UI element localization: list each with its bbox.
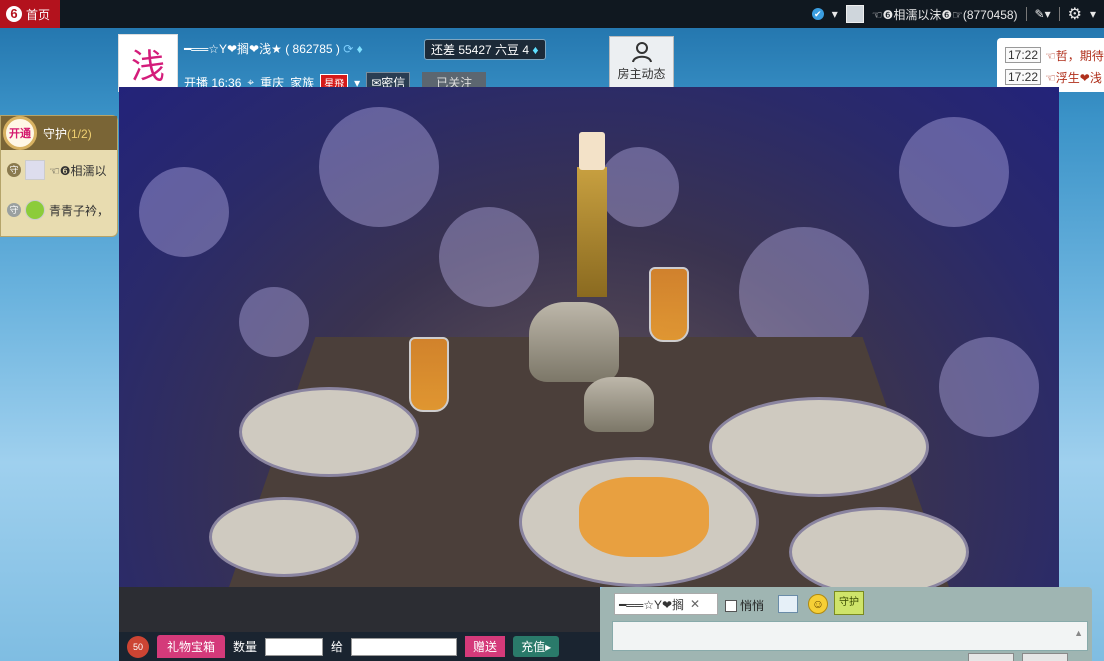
quantity-label: 数量: [233, 640, 258, 654]
feed-time: 17:22: [1005, 47, 1042, 63]
refresh-icon: ⟳: [343, 42, 354, 56]
gift-store-button[interactable]: 礼物宝箱: [157, 635, 226, 658]
divider: [1025, 7, 1027, 21]
feed-user[interactable]: ☜哲，期待: [1045, 47, 1104, 64]
chat-option-button[interactable]: [1022, 653, 1068, 661]
quantity-input[interactable]: [265, 637, 324, 656]
guard-header: 开通 守护(1/2): [1, 116, 117, 150]
anchor-avatar[interactable]: 浅: [118, 34, 178, 92]
anchor-header: 浅 ━══☆Y❤搁❤浅★ ( 862785 ) ⟳ ♦ 还差 55427 六豆 …: [118, 34, 678, 94]
user-avatar[interactable]: [845, 5, 864, 23]
whisper-toggle[interactable]: 悄悄: [725, 597, 764, 614]
bokeh-light: [239, 287, 309, 357]
rank-text: 还差 55427 六豆 4: [431, 43, 530, 57]
image-icon[interactable]: [778, 595, 798, 613]
chat-send-button[interactable]: [968, 653, 1014, 661]
chat-input-panel: ━══☆Y❤搁 ✕ 悄悄 ☺ 守护 ▲: [600, 587, 1092, 661]
candle-holder: [577, 167, 607, 297]
gift-bar: 50 礼物宝箱 数量 给 赠送 充值▸: [119, 632, 600, 661]
guard-shield-icon: 守: [7, 163, 21, 177]
bokeh-light: [599, 147, 679, 227]
fruit: [579, 477, 709, 557]
user-area: ✔ ▾ ☜❻相濡以沫❻☞(8770458) ✎▾ ⚙ ▾: [811, 0, 1104, 28]
scroll-up-icon[interactable]: ▲: [1074, 628, 1083, 638]
home-button[interactable]: 6 首页: [0, 0, 60, 28]
bokeh-light: [899, 117, 1009, 227]
sugar-pot: [584, 377, 654, 432]
chat-target-select[interactable]: ━══☆Y❤搁 ✕: [614, 593, 718, 615]
gift-count-icon[interactable]: 50: [127, 635, 149, 658]
guard-avatar: [25, 160, 45, 180]
bokeh-light: [939, 337, 1039, 437]
bokeh-light: [319, 107, 439, 227]
guard-member[interactable]: 守 青青子衿，: [1, 190, 117, 230]
guard-panel: 开通 守护(1/2) 守 ☜❻相濡以 守 青青子衿，: [0, 115, 118, 237]
teapot: [529, 302, 619, 382]
video-bottom-strip: [119, 587, 600, 632]
settings-dropdown-icon[interactable]: ▾: [1090, 7, 1096, 21]
guard-chat-icon[interactable]: 守护: [834, 591, 864, 615]
live-video-stream[interactable]: [119, 87, 1059, 587]
emoji-icon[interactable]: ☺: [808, 594, 828, 614]
verified-dropdown-icon[interactable]: ▾: [832, 7, 838, 21]
guard-member-name: 青青子衿，: [49, 203, 110, 218]
anchor-name-text[interactable]: ━══☆Y❤搁❤浅★ ( 862785 ): [184, 42, 340, 56]
edit-icon[interactable]: ✎▾: [1035, 7, 1051, 21]
chat-message-input[interactable]: ▲: [612, 621, 1088, 651]
guard-member-name: ☜❻相濡以: [49, 163, 107, 178]
whisper-label: 悄悄: [740, 599, 765, 613]
activity-feed: 17:22 ☜哲，期待 17:22 ☜浮生❤浅: [997, 38, 1104, 92]
plate: [239, 387, 419, 477]
plate: [789, 507, 969, 587]
juice-glass: [409, 337, 449, 412]
feed-time: 17:22: [1005, 69, 1042, 85]
anchor-name: ━══☆Y❤搁❤浅★ ( 862785 ) ⟳ ♦: [184, 40, 363, 57]
open-guard-button[interactable]: 开通: [3, 116, 37, 150]
rank-progress-badge: 还差 55427 六豆 4 ♦: [424, 39, 546, 60]
feed-item: 17:22 ☜浮生❤浅: [1005, 66, 1104, 88]
feed-user[interactable]: ☜浮生❤浅: [1045, 69, 1102, 86]
whisper-checkbox[interactable]: [725, 599, 737, 612]
owner-activity-button[interactable]: 房主动态: [609, 36, 674, 88]
user-name[interactable]: ☜❻相濡以沫❻☞(8770458): [872, 6, 1018, 23]
settings-gear-icon[interactable]: ⚙: [1068, 4, 1082, 24]
cup: [209, 497, 359, 577]
feed-item: 17:22 ☜哲，期待: [1005, 44, 1104, 66]
recharge-button[interactable]: 充值▸: [513, 636, 560, 657]
chat-action-buttons: [968, 653, 1068, 661]
verified-icon: ✔: [811, 8, 824, 20]
candle: [579, 132, 605, 170]
divider: [1058, 7, 1060, 21]
bokeh-light: [139, 167, 229, 257]
home-label: 首页: [26, 7, 51, 22]
guard-shield-icon: 守: [7, 203, 21, 217]
send-gift-button[interactable]: 赠送: [465, 636, 506, 657]
juice-glass: [649, 267, 689, 342]
diamond-icon: ♦: [356, 42, 363, 56]
guard-title: 守护(1/2): [43, 126, 92, 141]
six-logo-icon: 6: [6, 6, 22, 22]
guard-avatar: [25, 200, 45, 220]
recipient-label: 给: [331, 640, 344, 654]
owner-activity-label: 房主动态: [617, 67, 666, 81]
plate: [709, 397, 929, 497]
bokeh-light: [439, 207, 539, 307]
person-icon: [631, 42, 652, 63]
close-icon[interactable]: ✕: [690, 597, 700, 611]
chat-target-name: ━══☆Y❤搁: [619, 597, 685, 612]
recipient-select[interactable]: [351, 637, 458, 656]
guard-member[interactable]: 守 ☜❻相濡以: [1, 150, 117, 190]
gem-icon: ♦: [532, 43, 539, 57]
